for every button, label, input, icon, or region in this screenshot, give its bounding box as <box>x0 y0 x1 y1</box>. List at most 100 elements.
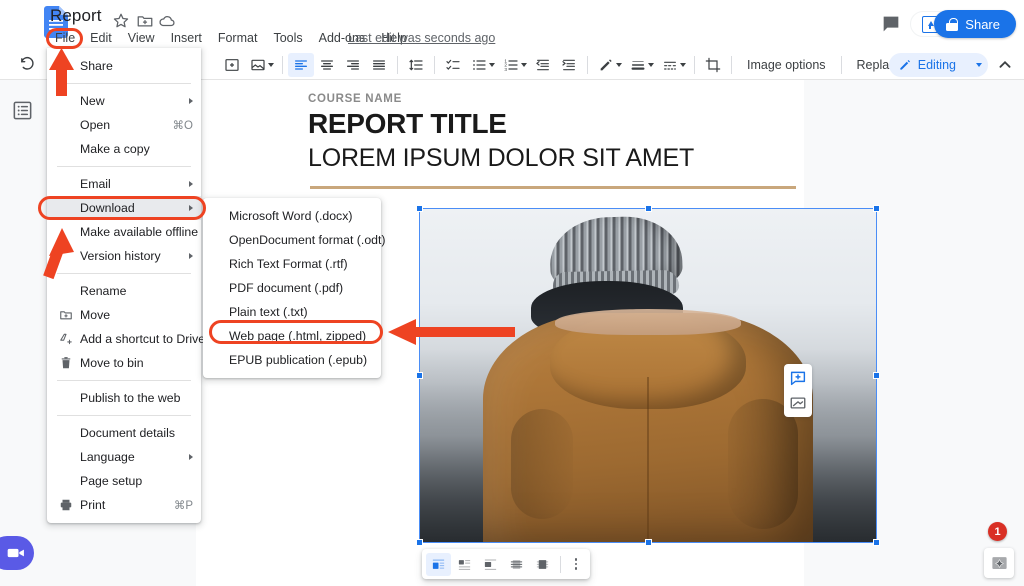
photo-fold-right <box>728 399 799 529</box>
shortcut-label: ⌘P <box>173 500 193 512</box>
toolbar-divider <box>731 55 732 74</box>
report-title-heading: REPORT TITLE <box>308 108 507 139</box>
edit-image-icon[interactable] <box>787 392 809 414</box>
editing-mode-chip[interactable]: Editing <box>888 53 988 77</box>
move-folder-icon <box>57 308 74 322</box>
align-justify-icon[interactable] <box>366 53 392 77</box>
file-menu-item-page-setup[interactable]: Page setup <box>47 469 201 493</box>
horizontal-rule <box>310 186 796 189</box>
file-menu-item-language[interactable]: Language <box>47 445 201 469</box>
border-weight-dropdown-icon[interactable] <box>648 62 654 67</box>
menu-view[interactable]: View <box>120 30 163 46</box>
resize-handle-s[interactable] <box>644 539 652 546</box>
document-outline-icon[interactable] <box>11 99 34 122</box>
image-side-buttons <box>784 364 812 417</box>
menu-file[interactable]: File <box>48 30 82 46</box>
file-menu-item-email[interactable]: Email <box>47 172 201 196</box>
menu-tools[interactable]: Tools <box>265 30 310 46</box>
checklist-icon[interactable] <box>440 53 466 77</box>
align-center-icon[interactable] <box>314 53 340 77</box>
file-menu-item-version-history[interactable]: Version history <box>47 244 201 268</box>
download-option-odt[interactable]: OpenDocument format (.odt) <box>203 228 386 252</box>
document-title[interactable]: Report <box>50 6 102 26</box>
shortcut-label: ⌘O <box>172 120 193 132</box>
resize-handle-sw[interactable] <box>416 539 423 546</box>
resize-handle-nw[interactable] <box>416 205 423 212</box>
increase-indent-icon[interactable] <box>556 53 582 77</box>
photo-hood-trim <box>555 309 741 335</box>
file-menu-label: Version history <box>80 249 161 263</box>
wrap-inline-icon[interactable] <box>426 552 451 576</box>
download-option-pdf[interactable]: PDF document (.pdf) <box>203 276 381 300</box>
explore-icon <box>991 556 1007 569</box>
resize-handle-w[interactable] <box>416 372 423 379</box>
download-option-html[interactable]: Web page (.html, zipped) <box>203 324 381 348</box>
last-edit-status[interactable]: Last edit was seconds ago <box>348 31 495 45</box>
in-front-of-text-icon[interactable] <box>530 553 555 576</box>
insert-table-icon[interactable] <box>219 53 245 77</box>
file-menu-dropdown: Share New Open ⌘O Make a copy Email Down… <box>47 48 205 523</box>
file-menu-label: Publish to the web <box>80 391 181 405</box>
menu-insert[interactable]: Insert <box>163 30 210 46</box>
download-option-epub[interactable]: EPUB publication (.epub) <box>203 348 381 372</box>
behind-text-icon[interactable] <box>504 553 529 576</box>
download-option-docx[interactable]: Microsoft Word (.docx) <box>203 204 381 228</box>
share-button[interactable]: Share <box>934 10 1016 38</box>
file-menu-item-new[interactable]: New <box>47 89 201 113</box>
explore-button[interactable] <box>984 548 1014 578</box>
file-menu-item-document-details[interactable]: Document details <box>47 421 201 445</box>
numbered-list-dropdown-icon[interactable] <box>521 62 527 67</box>
crop-icon[interactable] <box>700 53 726 77</box>
file-menu-item-make-a-copy[interactable]: Make a copy <box>47 137 201 161</box>
download-option-rtf[interactable]: Rich Text Format (.rtf) <box>203 252 381 276</box>
file-menu-item-move-to-bin[interactable]: Move to bin <box>47 351 201 375</box>
chevron-down-icon[interactable] <box>976 63 982 67</box>
image-wrap-toolbar <box>422 549 590 579</box>
border-dash-dropdown-icon[interactable] <box>680 62 686 67</box>
decrease-indent-icon[interactable] <box>530 53 556 77</box>
download-option-txt[interactable]: Plain text (.txt) <box>203 300 381 324</box>
resize-handle-e[interactable] <box>873 372 880 379</box>
video-call-button[interactable] <box>0 536 34 570</box>
star-icon[interactable] <box>112 12 130 30</box>
comment-icon[interactable] <box>880 13 902 35</box>
file-menu-item-add-shortcut-to-drive[interactable]: Add a shortcut to Drive <box>47 327 205 351</box>
image-options-button[interactable]: Image options <box>737 58 836 72</box>
break-text-icon[interactable] <box>478 553 503 576</box>
insert-image-dropdown-icon[interactable] <box>268 62 274 67</box>
align-right-icon[interactable] <box>340 53 366 77</box>
lock-icon <box>946 17 959 31</box>
more-options-icon[interactable] <box>566 558 586 570</box>
toolbar-divider <box>397 55 398 74</box>
wrap-text-icon[interactable] <box>452 553 477 576</box>
align-left-icon[interactable] <box>288 52 314 77</box>
photo-fold-left <box>511 409 574 519</box>
file-menu-item-publish-to-the-web[interactable]: Publish to the web <box>47 386 201 410</box>
file-menu-item-print[interactable]: Print ⌘P <box>47 493 201 517</box>
resize-handle-se[interactable] <box>873 539 880 546</box>
file-menu-item-open[interactable]: Open ⌘O <box>47 113 201 137</box>
share-button-label: Share <box>965 16 1000 32</box>
undo-icon[interactable] <box>14 53 40 77</box>
collapse-toolbar-button[interactable] <box>994 54 1016 76</box>
menu-divider <box>57 415 191 416</box>
editing-mode-label: Editing <box>917 58 956 72</box>
add-comment-icon[interactable] <box>787 367 809 389</box>
submenu-arrow-icon <box>189 181 193 187</box>
file-menu-item-make-available-offline[interactable]: Make available offline <box>47 220 201 244</box>
resize-handle-ne[interactable] <box>873 205 880 212</box>
file-menu-item-rename[interactable]: Rename <box>47 279 201 303</box>
resize-handle-n[interactable] <box>644 205 652 212</box>
file-menu-item-share[interactable]: Share <box>47 54 201 78</box>
cloud-saved-icon[interactable] <box>158 12 176 30</box>
toolbar-divider <box>694 55 695 74</box>
menu-format[interactable]: Format <box>210 30 266 46</box>
file-menu-item-move[interactable]: Move <box>47 303 201 327</box>
line-spacing-icon[interactable] <box>403 53 429 77</box>
menu-edit[interactable]: Edit <box>82 30 120 46</box>
bulleted-list-dropdown-icon[interactable] <box>489 62 495 67</box>
file-menu-label: Document details <box>80 426 176 440</box>
move-to-folder-icon[interactable] <box>136 12 154 30</box>
pen-color-dropdown-icon[interactable] <box>616 62 622 67</box>
file-menu-item-download[interactable]: Download <box>47 196 201 220</box>
